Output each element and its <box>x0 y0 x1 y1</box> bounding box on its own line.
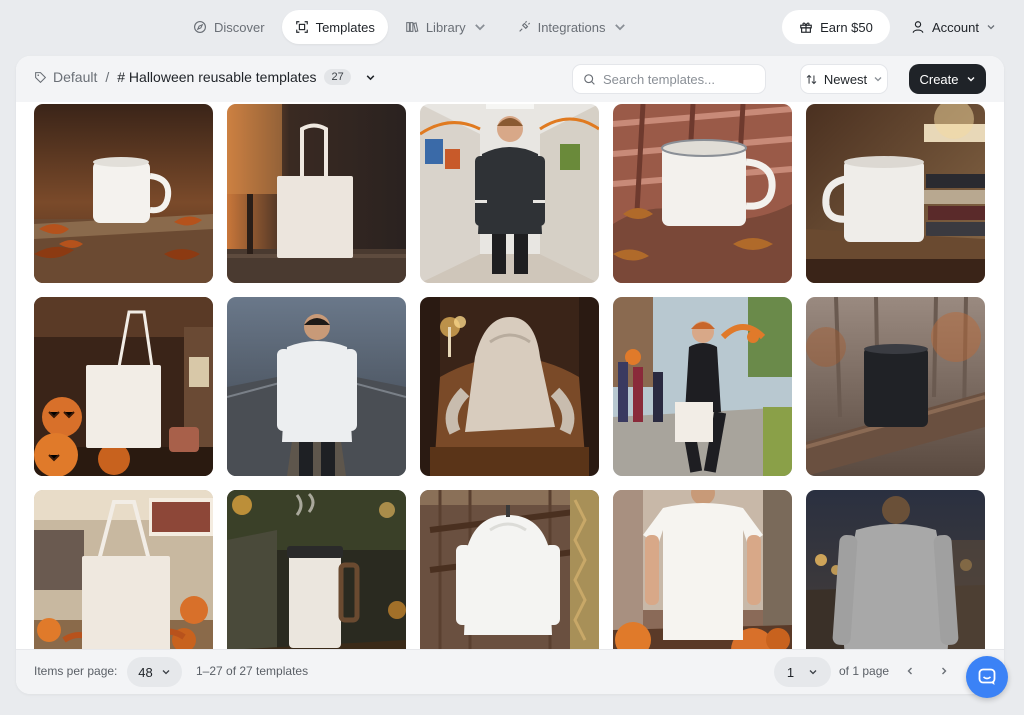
tote-icon <box>34 297 213 476</box>
support-chat-button[interactable] <box>966 656 1008 698</box>
chevron-down-icon <box>809 670 817 675</box>
hoodie-icon <box>227 297 406 476</box>
template-card[interactable] <box>806 490 985 669</box>
account-menu[interactable]: Account <box>903 10 1004 44</box>
breadcrumb: Default / # Halloween reusable templates… <box>34 69 376 85</box>
nav-integrations[interactable]: Integrations <box>504 10 640 44</box>
template-card[interactable] <box>420 297 599 476</box>
top-navigation: Discover Templates Library Integrations … <box>0 0 1024 56</box>
template-card[interactable] <box>34 490 213 669</box>
template-card[interactable] <box>420 104 599 283</box>
chevron-down-icon <box>614 24 625 31</box>
breadcrumb-separator: / <box>105 69 110 85</box>
tag-icon <box>35 71 47 83</box>
page-value: 1 <box>786 664 795 680</box>
template-card[interactable] <box>613 490 792 669</box>
template-frame-icon <box>295 21 308 33</box>
template-card[interactable] <box>227 490 406 669</box>
hoodie-icon <box>420 104 599 283</box>
template-card[interactable] <box>420 490 599 669</box>
page-total-label: of 1 page <box>839 664 890 678</box>
template-card[interactable] <box>613 104 792 283</box>
tote-icon <box>34 490 213 669</box>
template-card[interactable] <box>227 297 406 476</box>
account-label: Account <box>932 19 979 35</box>
nav-discover[interactable]: Discover <box>180 10 278 44</box>
template-card[interactable] <box>34 297 213 476</box>
main-nav: Discover Templates Library Integrations <box>180 10 640 44</box>
tshirt-icon <box>613 490 792 669</box>
items-per-page-value: 48 <box>138 664 153 680</box>
nav-library[interactable]: Library <box>392 10 500 44</box>
plug-icon <box>518 20 530 32</box>
sort-label: Newest <box>823 71 868 87</box>
earn-referral-button[interactable]: Earn $50 <box>782 10 890 44</box>
chevron-down-icon <box>162 670 170 675</box>
sort-dropdown[interactable]: Newest <box>800 64 888 94</box>
hoodie-icon <box>420 490 599 669</box>
chevron-down-icon <box>987 25 995 30</box>
chevron-down-icon <box>874 77 882 82</box>
items-per-page-select[interactable]: 48 <box>127 657 182 687</box>
template-card[interactable] <box>613 297 792 476</box>
tote-icon <box>613 297 792 476</box>
nav-templates-label: Templates <box>315 19 375 35</box>
results-range: 1–27 of 27 templates <box>196 664 309 678</box>
chevron-right-icon <box>942 667 947 675</box>
earn-label: Earn $50 <box>820 19 873 35</box>
previous-page-button[interactable] <box>900 661 920 681</box>
mug-icon <box>806 104 985 283</box>
chevron-down-icon <box>474 24 485 31</box>
mug-icon <box>34 104 213 283</box>
search-input[interactable] <box>603 71 753 87</box>
pagination-footer: Items per page: 48 1–27 of 27 templates … <box>16 649 1004 694</box>
tumbler-icon <box>227 490 406 669</box>
page-select[interactable]: 1 <box>774 657 831 687</box>
breadcrumb-root-label: Default <box>53 69 98 85</box>
create-button[interactable]: Create <box>909 64 986 94</box>
templates-panel: Default / # Halloween reusable templates… <box>16 56 1004 694</box>
template-card[interactable] <box>227 104 406 283</box>
breadcrumb-root[interactable]: Default <box>34 69 97 85</box>
nav-templates[interactable]: Templates <box>281 10 388 44</box>
tote-icon <box>227 104 406 283</box>
collection-toolbar: Default / # Halloween reusable templates… <box>16 56 1004 102</box>
next-page-button[interactable] <box>934 661 954 681</box>
chat-bubble-icon <box>978 668 996 685</box>
chevron-down-icon <box>967 77 975 82</box>
template-card[interactable] <box>806 297 985 476</box>
user-icon <box>912 21 924 33</box>
sort-arrows-icon <box>806 74 817 84</box>
template-grid <box>34 104 988 669</box>
nav-integrations-label: Integrations <box>537 19 606 35</box>
chevron-down-icon[interactable] <box>365 72 376 83</box>
items-per-page-label: Items per page: <box>34 664 118 678</box>
nav-discover-label: Discover <box>214 19 265 35</box>
nav-library-label: Library <box>425 19 466 35</box>
tumbler-icon <box>806 297 985 476</box>
search-box[interactable] <box>572 64 766 94</box>
mug-icon <box>613 104 792 283</box>
gift-icon <box>800 22 812 33</box>
compass-icon <box>194 21 206 33</box>
template-count-badge: 27 <box>324 69 351 85</box>
template-card[interactable] <box>34 104 213 283</box>
template-card[interactable] <box>806 104 985 283</box>
books-icon <box>406 22 419 33</box>
create-label: Create <box>919 71 959 87</box>
search-icon <box>584 73 595 85</box>
chevron-left-icon <box>907 667 912 675</box>
collection-title: # Halloween reusable templates <box>117 69 317 85</box>
longsleeve-icon <box>806 490 985 669</box>
hoodie-icon <box>420 297 599 476</box>
